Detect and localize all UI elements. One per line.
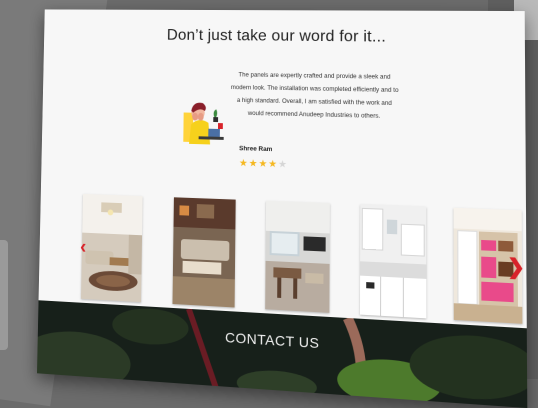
interior-photo-living-room[interactable] (81, 194, 143, 302)
star-icon: ★ (258, 159, 268, 170)
interior-photo-lounge[interactable] (172, 197, 235, 307)
testimonials-title: Don’t just take our word for it... (44, 26, 525, 48)
chevron-right-icon[interactable]: ❯ (507, 257, 525, 279)
rating-stars: ★★★★★ (239, 158, 288, 170)
chevron-left-icon[interactable]: ‹ (80, 237, 87, 257)
star-icon: ★ (239, 158, 249, 169)
star-icon: ★ (268, 159, 278, 170)
interior-photo-kitchen[interactable] (360, 204, 426, 318)
interior-photo-office[interactable] (265, 201, 330, 313)
star-empty-icon: ★ (278, 159, 288, 170)
scene: Don’t just take our word for it... The (0, 0, 538, 379)
testimonial-author: Shree Ram (239, 145, 272, 153)
star-icon: ★ (249, 158, 259, 169)
testimonial-quote: The panels are expertly crafted and prov… (230, 68, 400, 123)
website-page: Don’t just take our word for it... The (37, 9, 527, 408)
person-at-desk-illustration (181, 93, 226, 153)
